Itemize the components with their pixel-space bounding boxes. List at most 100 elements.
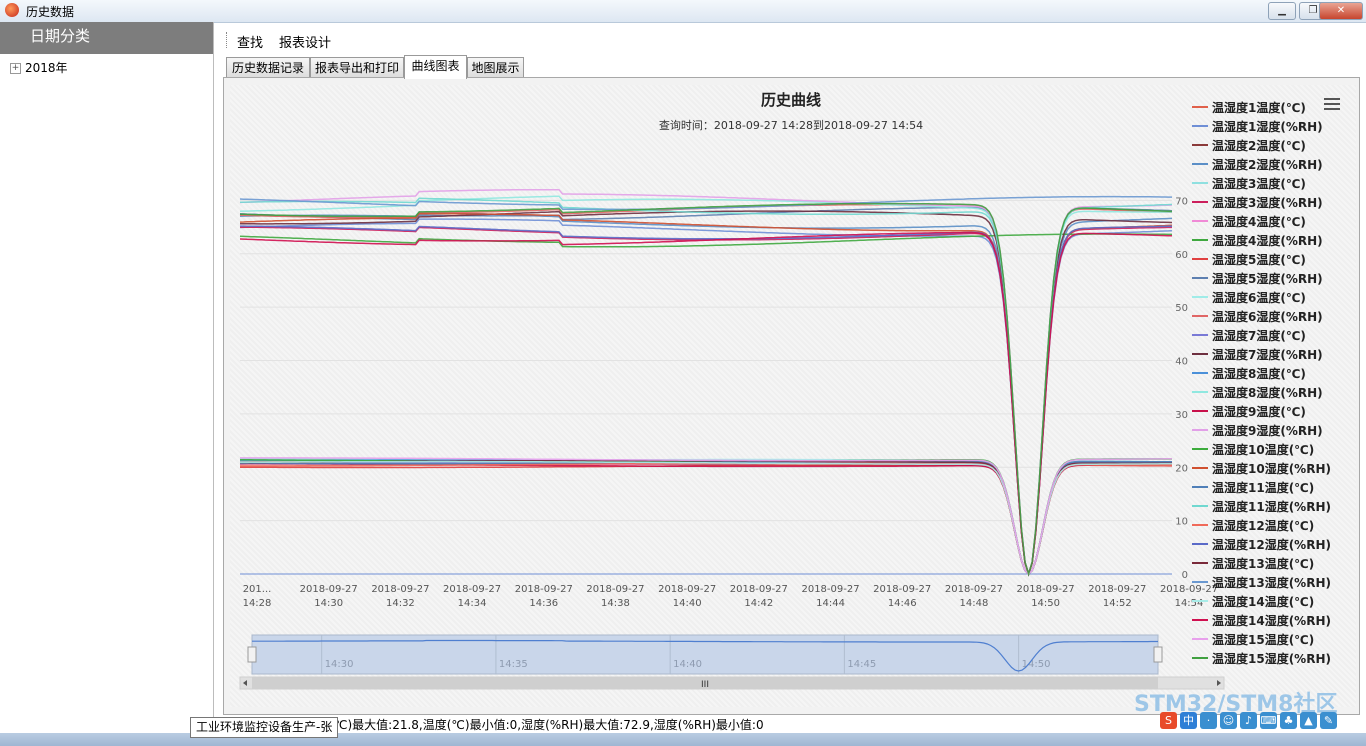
legend-item[interactable]: 温湿度1温度(℃) bbox=[1212, 100, 1306, 115]
x-tick-time: 14:42 bbox=[744, 598, 773, 609]
legend-item[interactable]: 温湿度13湿度(%RH) bbox=[1212, 575, 1331, 590]
close-button[interactable]: ✕ bbox=[1319, 2, 1363, 20]
legend-item[interactable]: 温湿度4湿度(%RH) bbox=[1212, 233, 1323, 248]
y-axis-ticks: 0 10 20 30 40 50 60 70 bbox=[1175, 196, 1188, 581]
series-line bbox=[240, 210, 1173, 577]
x-tick-time: 14:30 bbox=[314, 598, 343, 609]
chart-title: 历史曲线 bbox=[761, 91, 821, 109]
legend-item[interactable]: 温湿度12温度(℃) bbox=[1212, 518, 1314, 533]
x-tick-time: 14:46 bbox=[888, 598, 917, 609]
x-tick-time: 14:52 bbox=[1103, 598, 1132, 609]
scrollbar-grip: III bbox=[701, 680, 709, 690]
series-line bbox=[240, 197, 1173, 577]
x-tick-date: 2018-09-27 bbox=[515, 584, 573, 595]
series-line bbox=[239, 231, 1173, 577]
legend-item[interactable]: 温湿度11湿度(%RH) bbox=[1212, 499, 1331, 514]
chart-legend: 温湿度1温度(℃) 温湿度1湿度(%RH) 温湿度2温度(℃) 温湿度2湿度(%RH)… bbox=[1192, 100, 1331, 666]
x-tick-time: 14:50 bbox=[1031, 598, 1060, 609]
legend-item[interactable]: 温湿度1湿度(%RH) bbox=[1212, 119, 1323, 134]
legend-item[interactable]: 温湿度3湿度(%RH) bbox=[1212, 195, 1323, 210]
date-tree: +2018年 bbox=[10, 59, 68, 76]
status-summary-text: ℃)最大值:21.8,温度(℃)最小值:0,湿度(%RH)最大值:72.9,湿度… bbox=[334, 718, 764, 732]
tab-curve-chart[interactable]: 曲线图表 bbox=[404, 55, 467, 79]
system-tray: S 中 · ☺ ♪ ⌨ ♣ ▲ ✎ bbox=[1160, 712, 1340, 736]
legend-item[interactable]: 温湿度2湿度(%RH) bbox=[1212, 157, 1323, 172]
minimize-button[interactable]: ▁ bbox=[1268, 2, 1296, 20]
report-design-button[interactable]: 报表设计 bbox=[279, 32, 331, 51]
series-lines bbox=[239, 188, 1173, 577]
y-tick-label: 20 bbox=[1175, 463, 1188, 474]
x-tick-date: 2018-09-27 bbox=[873, 584, 931, 595]
x-tick-time: 14:44 bbox=[816, 598, 845, 609]
legend-item[interactable]: 温湿度7温度(℃) bbox=[1212, 328, 1306, 343]
tab-report-export-print[interactable]: 报表导出和打印 bbox=[310, 57, 404, 78]
microphone-icon[interactable]: ♪ bbox=[1240, 712, 1257, 729]
ime-chinese-icon[interactable]: 中 bbox=[1180, 712, 1197, 729]
y-tick-label: 0 bbox=[1182, 570, 1188, 581]
legend-item[interactable]: 温湿度5温度(℃) bbox=[1212, 252, 1306, 267]
navigator-tick: 14:50 bbox=[1022, 659, 1051, 670]
keyboard-icon[interactable]: ⌨ bbox=[1260, 712, 1277, 729]
legend-item[interactable]: 温湿度6湿度(%RH) bbox=[1212, 309, 1323, 324]
series-line bbox=[239, 206, 1173, 577]
legend-item[interactable]: 温湿度15温度(℃) bbox=[1212, 632, 1314, 647]
x-tick-date: 2018-09-27 bbox=[371, 584, 429, 595]
x-tick-time: 14:34 bbox=[458, 598, 487, 609]
x-tick-time: 14:48 bbox=[960, 598, 989, 609]
legend-item[interactable]: 温湿度9湿度(%RH) bbox=[1212, 423, 1323, 438]
tab-map-display[interactable]: 地图展示 bbox=[467, 57, 524, 78]
legend-item[interactable]: 温湿度7湿度(%RH) bbox=[1212, 347, 1323, 362]
upload-icon[interactable]: ▲ bbox=[1300, 712, 1317, 729]
y-tick-label: 70 bbox=[1175, 196, 1188, 207]
y-tick-label: 50 bbox=[1175, 303, 1188, 314]
legend-item[interactable]: 温湿度12湿度(%RH) bbox=[1212, 537, 1331, 552]
legend-item[interactable]: 温湿度13温度(℃) bbox=[1212, 556, 1314, 571]
emoji-icon[interactable]: ☺ bbox=[1220, 712, 1237, 729]
series-line bbox=[240, 226, 1172, 577]
navigator-handle[interactable] bbox=[1153, 646, 1163, 663]
search-button[interactable]: 查找 bbox=[237, 32, 263, 51]
legend-item[interactable]: 温湿度11温度(℃) bbox=[1212, 480, 1314, 495]
x-tick-date: 2018-09-27 bbox=[443, 584, 501, 595]
legend-item[interactable]: 温湿度9温度(℃) bbox=[1212, 404, 1306, 419]
legend-item[interactable]: 温湿度10湿度(%RH) bbox=[1212, 461, 1331, 476]
series-line bbox=[239, 212, 1173, 577]
toolbar-grip-icon[interactable] bbox=[226, 32, 229, 48]
history-chart: 历史曲线 查询时间：2018-09-27 14:28到2018-09-27 14… bbox=[230, 85, 1356, 707]
navigator-tick: 14:30 bbox=[325, 659, 354, 670]
legend-item[interactable]: 温湿度15湿度(%RH) bbox=[1212, 651, 1331, 666]
legend-item[interactable]: 温湿度10温度(℃) bbox=[1212, 442, 1314, 457]
window-title: 历史数据 bbox=[26, 5, 75, 19]
ime-logo-icon[interactable]: S bbox=[1160, 712, 1177, 729]
legend-item[interactable]: 温湿度6温度(℃) bbox=[1212, 290, 1306, 305]
tools-icon[interactable]: ✎ bbox=[1320, 712, 1337, 729]
x-tick-time: 14:32 bbox=[386, 598, 415, 609]
punctuation-icon[interactable]: · bbox=[1200, 712, 1217, 729]
series-line bbox=[239, 195, 1172, 577]
tab-history-records[interactable]: 历史数据记录 bbox=[226, 57, 310, 78]
legend-item[interactable]: 温湿度4温度(℃) bbox=[1212, 214, 1306, 229]
y-tick-label: 30 bbox=[1175, 410, 1188, 421]
x-tick-date: 2018-09-27 bbox=[1160, 584, 1218, 595]
sidebar-header: 日期分类 bbox=[0, 22, 213, 54]
legend-item[interactable]: 温湿度14温度(℃) bbox=[1212, 594, 1314, 609]
series-line bbox=[239, 203, 1173, 577]
legend-item[interactable]: 温湿度14湿度(%RH) bbox=[1212, 613, 1331, 628]
skin-icon[interactable]: ♣ bbox=[1280, 712, 1297, 729]
legend-item[interactable]: 温湿度8温度(℃) bbox=[1212, 366, 1306, 381]
x-tick-time: 14:54 bbox=[1175, 598, 1204, 609]
y-tick-label: 10 bbox=[1175, 517, 1188, 528]
tree-node-2018[interactable]: +2018年 bbox=[10, 59, 68, 76]
x-tick-date: 201... bbox=[243, 584, 272, 595]
chart-menu-icon[interactable] bbox=[1324, 98, 1340, 110]
x-tick-date: 2018-09-27 bbox=[945, 584, 1003, 595]
date-category-panel: 日期分类 +2018年 bbox=[0, 22, 214, 722]
navigator-handle[interactable] bbox=[247, 646, 257, 663]
range-navigator[interactable]: 14:30 14:35 14:40 14:45 14:50 III bbox=[239, 634, 1225, 690]
expand-icon[interactable]: + bbox=[10, 63, 21, 74]
series-line bbox=[239, 202, 1173, 577]
legend-item[interactable]: 温湿度3温度(℃) bbox=[1212, 176, 1306, 191]
legend-item[interactable]: 温湿度8湿度(%RH) bbox=[1212, 385, 1323, 400]
legend-item[interactable]: 温湿度5湿度(%RH) bbox=[1212, 271, 1323, 286]
legend-item[interactable]: 温湿度2温度(℃) bbox=[1212, 138, 1306, 153]
